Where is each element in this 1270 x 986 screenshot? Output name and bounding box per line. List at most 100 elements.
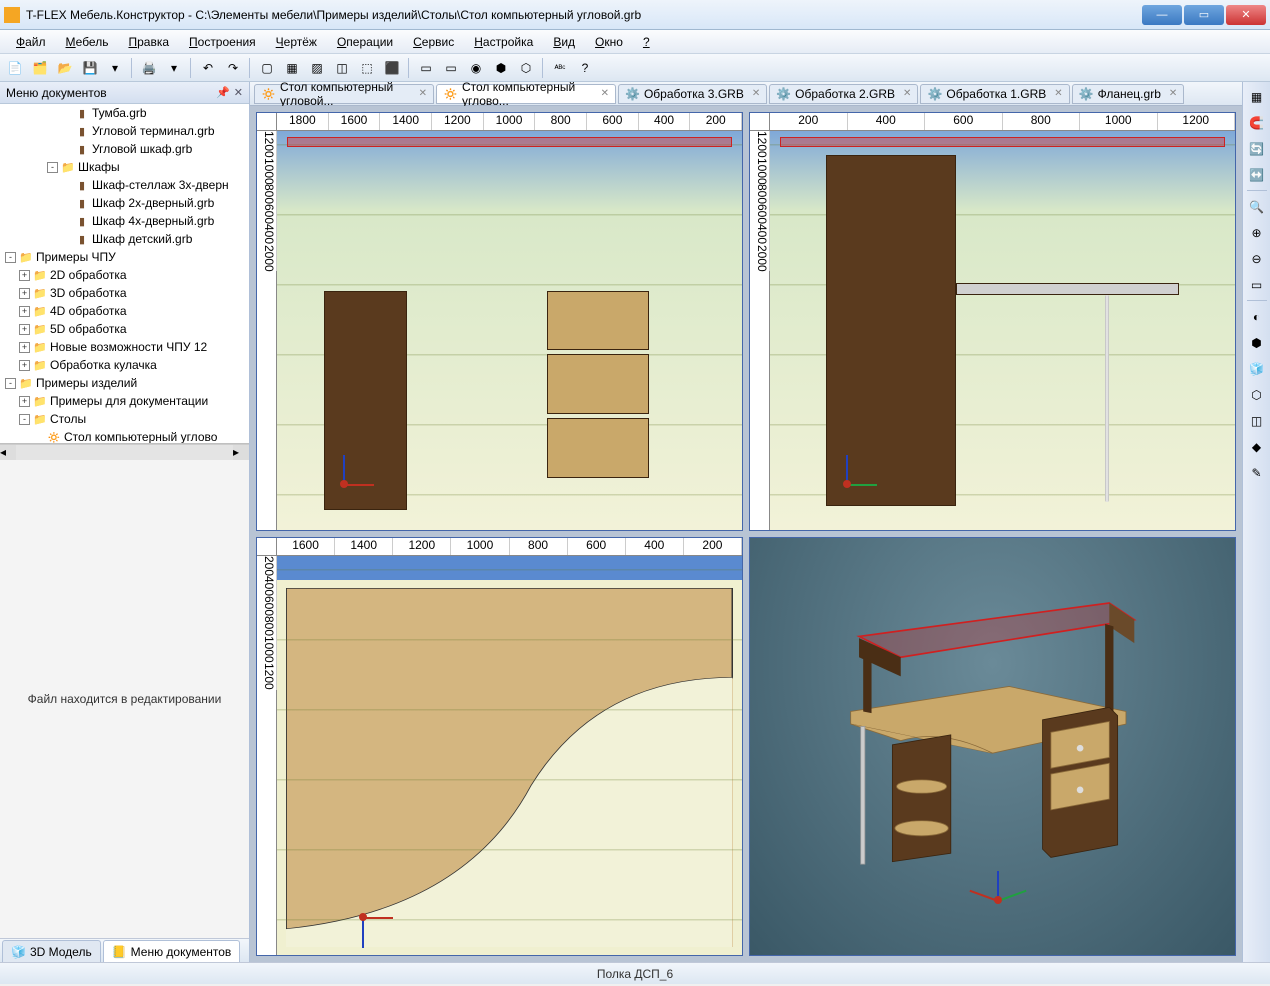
tree-item[interactable]: -📁Столы (0, 411, 249, 427)
tab-close-icon[interactable]: ✕ (1054, 88, 1062, 99)
new-file-button[interactable]: 📄 (4, 57, 26, 79)
tree-item[interactable]: ▮Тумба.grb (0, 105, 249, 121)
panel-tab[interactable]: 📒Меню документов (103, 940, 241, 962)
tool-icon[interactable]: ◉ (465, 57, 487, 79)
tool-icon[interactable]: 🔄 (1246, 138, 1268, 160)
3d-view[interactable] (749, 537, 1236, 956)
new-folder-button[interactable]: 🗂️ (29, 57, 51, 79)
maximize-button[interactable]: ▭ (1184, 5, 1224, 25)
pin-icon[interactable]: 📌 (216, 86, 230, 99)
tool-icon[interactable]: ◐ (1246, 306, 1268, 328)
tab-close-icon[interactable]: ✕ (903, 88, 911, 99)
menu-файл[interactable]: Файл (6, 32, 56, 52)
save-button[interactable]: 💾 (79, 57, 101, 79)
tree-item[interactable]: +📁Примеры для документации (0, 393, 249, 409)
document-tab[interactable]: 🔅Стол компьютерный углово...✕ (436, 84, 616, 104)
menu-сервис[interactable]: Сервис (403, 32, 464, 52)
tree-item[interactable]: ▮Шкаф 4х-дверный.grb (0, 213, 249, 229)
expand-icon[interactable]: + (19, 288, 30, 299)
tool-icon[interactable]: ▦ (281, 57, 303, 79)
help-button[interactable]: ? (574, 57, 596, 79)
print-dropdown[interactable]: ▾ (163, 57, 185, 79)
tool-icon[interactable]: ◫ (1246, 410, 1268, 432)
expand-icon[interactable]: + (19, 306, 30, 317)
tool-icon[interactable]: ↔️ (1246, 164, 1268, 186)
tree-item[interactable]: +📁3D обработка (0, 285, 249, 301)
panel-tab[interactable]: 🧊3D Модель (2, 940, 101, 962)
tool-icon[interactable]: 🔍 (1246, 196, 1268, 218)
tree-item[interactable]: ▮Шкаф детский.grb (0, 231, 249, 247)
top-view[interactable]: 1600140012001000800600400200 20040060080… (256, 537, 743, 956)
tool-icon[interactable]: ⊖ (1246, 248, 1268, 270)
redo-button[interactable]: ↷ (222, 57, 244, 79)
tool-icon[interactable]: ⬢ (1246, 332, 1268, 354)
expand-icon[interactable]: - (19, 414, 30, 425)
tree-item[interactable]: ▮Угловой шкаф.grb (0, 141, 249, 157)
document-tab[interactable]: ⚙️Обработка 1.GRB✕ (920, 84, 1069, 104)
save-dropdown[interactable]: ▾ (104, 57, 126, 79)
tree-item[interactable]: +📁2D обработка (0, 267, 249, 283)
menu-вид[interactable]: Вид (543, 32, 585, 52)
tool-icon[interactable]: ⬡ (1246, 384, 1268, 406)
tool-icon[interactable]: ▦ (1246, 86, 1268, 108)
close-button[interactable]: ✕ (1226, 5, 1266, 25)
tool-icon[interactable]: ⬛ (381, 57, 403, 79)
tool-icon[interactable]: ⊕ (1246, 222, 1268, 244)
tree-item[interactable]: -📁Шкафы (0, 159, 249, 175)
print-button[interactable]: 🖨️ (138, 57, 160, 79)
undo-button[interactable]: ↶ (197, 57, 219, 79)
menu-настройка[interactable]: Настройка (464, 32, 543, 52)
tree-item[interactable]: +📁Новые возможности ЧПУ 12 (0, 339, 249, 355)
front-canvas[interactable] (277, 131, 742, 530)
expand-icon[interactable]: - (5, 252, 16, 263)
expand-icon[interactable]: + (19, 342, 30, 353)
tool-icon[interactable]: ◫ (331, 57, 353, 79)
open-button[interactable]: 📂 (54, 57, 76, 79)
tree-item[interactable]: ▮Шкаф 2х-дверный.grb (0, 195, 249, 211)
expand-icon[interactable]: - (47, 162, 58, 173)
expand-icon[interactable]: + (19, 324, 30, 335)
tool-icon[interactable]: ▭ (440, 57, 462, 79)
tree-item[interactable]: -📁Примеры ЧПУ (0, 249, 249, 265)
tree-item[interactable]: +📁4D обработка (0, 303, 249, 319)
top-canvas[interactable] (277, 556, 742, 955)
tab-close-icon[interactable]: ✕ (1169, 88, 1177, 99)
scroll-left[interactable]: ◂ (0, 445, 16, 460)
document-tab[interactable]: ⚙️Фланец.grb✕ (1072, 84, 1185, 104)
tab-close-icon[interactable]: ✕ (419, 88, 427, 99)
tree-item[interactable]: ▮Шкаф-стеллаж 3х-дверн (0, 177, 249, 193)
menu-операции[interactable]: Операции (327, 32, 403, 52)
tool-icon[interactable]: ▢ (256, 57, 278, 79)
tool-icon[interactable]: 🧊 (1246, 358, 1268, 380)
side-view[interactable]: 20040060080010001200 1200100080060040020… (749, 112, 1236, 531)
menu-чертёж[interactable]: Чертёж (266, 32, 327, 52)
menu-мебель[interactable]: Мебель (56, 32, 119, 52)
scroll-right[interactable]: ▸ (233, 445, 249, 460)
tool-icon[interactable]: ▭ (1246, 274, 1268, 296)
tool-icon[interactable]: ⬡ (515, 57, 537, 79)
expand-icon[interactable]: + (19, 396, 30, 407)
panel-close-icon[interactable]: ✕ (234, 86, 243, 99)
tree-item[interactable]: -📁Примеры изделий (0, 375, 249, 391)
tool-icon[interactable]: 🧲 (1246, 112, 1268, 134)
document-tree[interactable]: ▮Тумба.grb▮Угловой терминал.grb▮Угловой … (0, 104, 249, 444)
expand-icon[interactable]: - (5, 378, 16, 389)
tool-icon[interactable]: ⬢ (490, 57, 512, 79)
tool-icon[interactable]: ⬚ (356, 57, 378, 79)
tool-icon[interactable]: ▭ (415, 57, 437, 79)
tree-item[interactable]: +📁Обработка кулачка (0, 357, 249, 373)
tree-scrollbar[interactable]: ◂ ▸ (0, 444, 249, 460)
abc-button[interactable]: ᴬᴮᶜ (549, 57, 571, 79)
document-tab[interactable]: ⚙️Обработка 3.GRB✕ (618, 84, 767, 104)
document-tab[interactable]: 🔅Стол компьютерный угловой...✕ (254, 84, 434, 104)
front-view[interactable]: 18001600140012001000800600400200 1200100… (256, 112, 743, 531)
tab-close-icon[interactable]: ✕ (752, 88, 760, 99)
menu-окно[interactable]: Окно (585, 32, 633, 52)
expand-icon[interactable]: + (19, 360, 30, 371)
tool-icon[interactable]: ◆ (1246, 436, 1268, 458)
minimize-button[interactable]: — (1142, 5, 1182, 25)
tree-item[interactable]: 🔅Стол компьютерный углово (0, 429, 249, 444)
tool-icon[interactable]: ▨ (306, 57, 328, 79)
menu-?[interactable]: ? (633, 32, 660, 52)
menu-построения[interactable]: Построения (179, 32, 266, 52)
